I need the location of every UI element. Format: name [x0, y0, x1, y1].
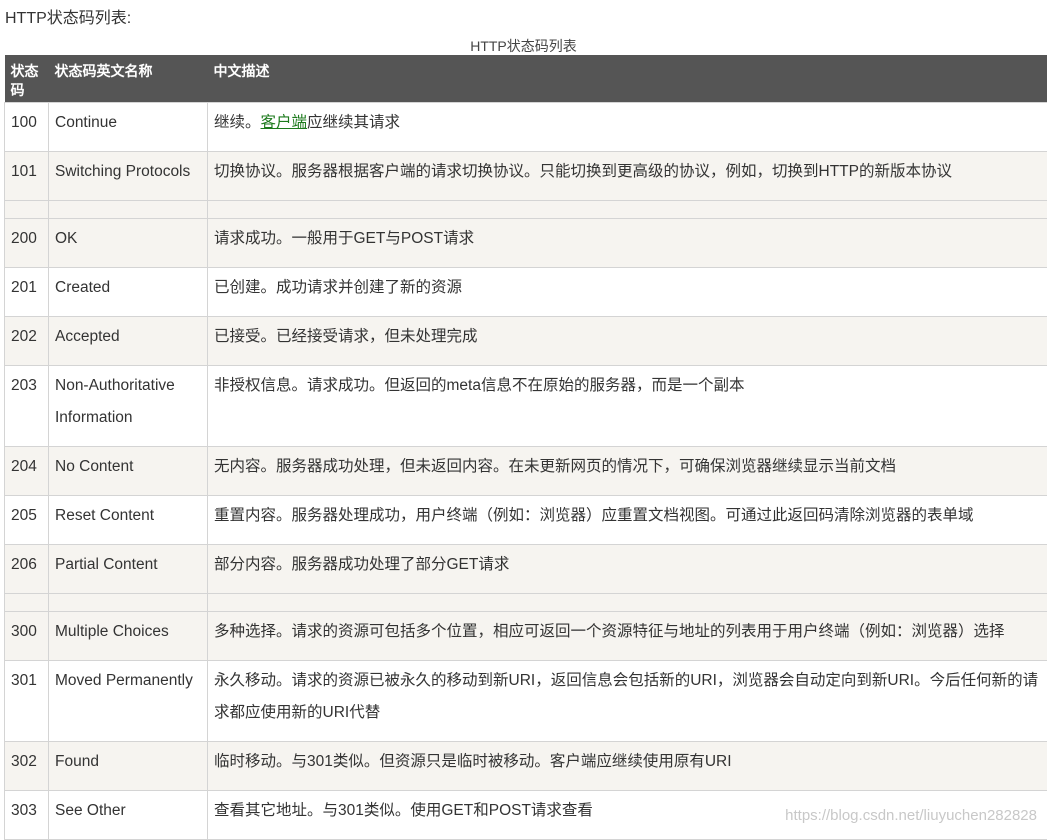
status-name-cell: Reset Content — [49, 496, 208, 545]
status-code-cell: 206 — [5, 545, 49, 594]
watermark-url: https://blog.csdn.net/liuyuchen282828 — [785, 807, 1037, 824]
status-code-cell: 204 — [5, 447, 49, 496]
page-heading: HTTP状态码列表: — [5, 4, 131, 28]
status-desc-cell: 继续。客户端应继续其请求 — [208, 103, 1047, 152]
status-desc-cell: 请求成功。一般用于GET与POST请求 — [208, 219, 1047, 268]
status-code-cell: 301 — [5, 661, 49, 742]
status-name-cell: No Content — [49, 447, 208, 496]
table-row: 100 Continue 继续。客户端应继续其请求 — [5, 103, 1047, 152]
client-link[interactable]: 客户端 — [261, 114, 308, 131]
group-separator-row — [5, 594, 1047, 612]
status-code-cell: 200 — [5, 219, 49, 268]
status-code-cell: 205 — [5, 496, 49, 545]
status-desc-cell: 已创建。成功请求并创建了新的资源 — [208, 268, 1047, 317]
group-separator-row — [5, 201, 1047, 219]
table-row: 101 Switching Protocols 切换协议。服务器根据客户端的请求… — [5, 152, 1047, 201]
status-code-cell: 202 — [5, 317, 49, 366]
desc-text: 继续。 — [214, 114, 261, 131]
table-header-row: 状态码 状态码英文名称 中文描述 — [5, 55, 1047, 103]
table-row: 205 Reset Content 重置内容。服务器处理成功，用户终端（例如：浏… — [5, 496, 1047, 545]
status-name-cell: Multiple Choices — [49, 612, 208, 661]
status-desc-cell: 已接受。已经接受请求，但未处理完成 — [208, 317, 1047, 366]
status-code-cell: 100 — [5, 103, 49, 152]
table-row: 302 Found 临时移动。与301类似。但资源只是临时被移动。客户端应继续使… — [5, 742, 1047, 791]
table-row: 202 Accepted 已接受。已经接受请求，但未处理完成 — [5, 317, 1047, 366]
status-name-cell: Partial Content — [49, 545, 208, 594]
status-code-cell: 303 — [5, 791, 49, 840]
status-name-cell: Switching Protocols — [49, 152, 208, 201]
header-english-name: 状态码英文名称 — [49, 55, 208, 103]
status-desc-cell: 部分内容。服务器成功处理了部分GET请求 — [208, 545, 1047, 594]
status-code-cell: 101 — [5, 152, 49, 201]
status-desc-cell: 临时移动。与301类似。但资源只是临时被移动。客户端应继续使用原有URI — [208, 742, 1047, 791]
desc-text: 应继续其请求 — [307, 114, 400, 131]
status-code-cell: 203 — [5, 366, 49, 447]
table-row: 204 No Content 无内容。服务器成功处理，但未返回内容。在未更新网页… — [5, 447, 1047, 496]
status-name-cell: Non-Authoritative Information — [49, 366, 208, 447]
table-row: 301 Moved Permanently 永久移动。请求的资源已被永久的移动到… — [5, 661, 1047, 742]
table-row: 300 Multiple Choices 多种选择。请求的资源可包括多个位置，相… — [5, 612, 1047, 661]
status-name-cell: Created — [49, 268, 208, 317]
table-row: 201 Created 已创建。成功请求并创建了新的资源 — [5, 268, 1047, 317]
status-name-cell: Found — [49, 742, 208, 791]
status-name-cell: OK — [49, 219, 208, 268]
table-row: 206 Partial Content 部分内容。服务器成功处理了部分GET请求 — [5, 545, 1047, 594]
status-name-cell: See Other — [49, 791, 208, 840]
header-chinese-description: 中文描述 — [208, 55, 1047, 103]
status-desc-cell: 非授权信息。请求成功。但返回的meta信息不在原始的服务器，而是一个副本 — [208, 366, 1047, 447]
header-status-code: 状态码 — [5, 55, 49, 103]
status-name-cell: Continue — [49, 103, 208, 152]
table-row: 200 OK 请求成功。一般用于GET与POST请求 — [5, 219, 1047, 268]
http-status-table: 状态码 状态码英文名称 中文描述 100 Continue 继续。客户端应继续其… — [4, 55, 1047, 840]
status-desc-cell: 多种选择。请求的资源可包括多个位置，相应可返回一个资源特征与地址的列表用于用户终… — [208, 612, 1047, 661]
table-caption: HTTP状态码列表 — [0, 36, 1047, 56]
status-code-cell: 300 — [5, 612, 49, 661]
status-name-cell: Moved Permanently — [49, 661, 208, 742]
status-code-cell: 302 — [5, 742, 49, 791]
status-name-cell: Accepted — [49, 317, 208, 366]
status-desc-cell: 切换协议。服务器根据客户端的请求切换协议。只能切换到更高级的协议，例如，切换到H… — [208, 152, 1047, 201]
status-desc-cell: 重置内容。服务器处理成功，用户终端（例如：浏览器）应重置文档视图。可通过此返回码… — [208, 496, 1047, 545]
table-row: 203 Non-Authoritative Information 非授权信息。… — [5, 366, 1047, 447]
status-desc-cell: 永久移动。请求的资源已被永久的移动到新URI，返回信息会包括新的URI，浏览器会… — [208, 661, 1047, 742]
status-desc-cell: 无内容。服务器成功处理，但未返回内容。在未更新网页的情况下，可确保浏览器继续显示… — [208, 447, 1047, 496]
status-code-cell: 201 — [5, 268, 49, 317]
